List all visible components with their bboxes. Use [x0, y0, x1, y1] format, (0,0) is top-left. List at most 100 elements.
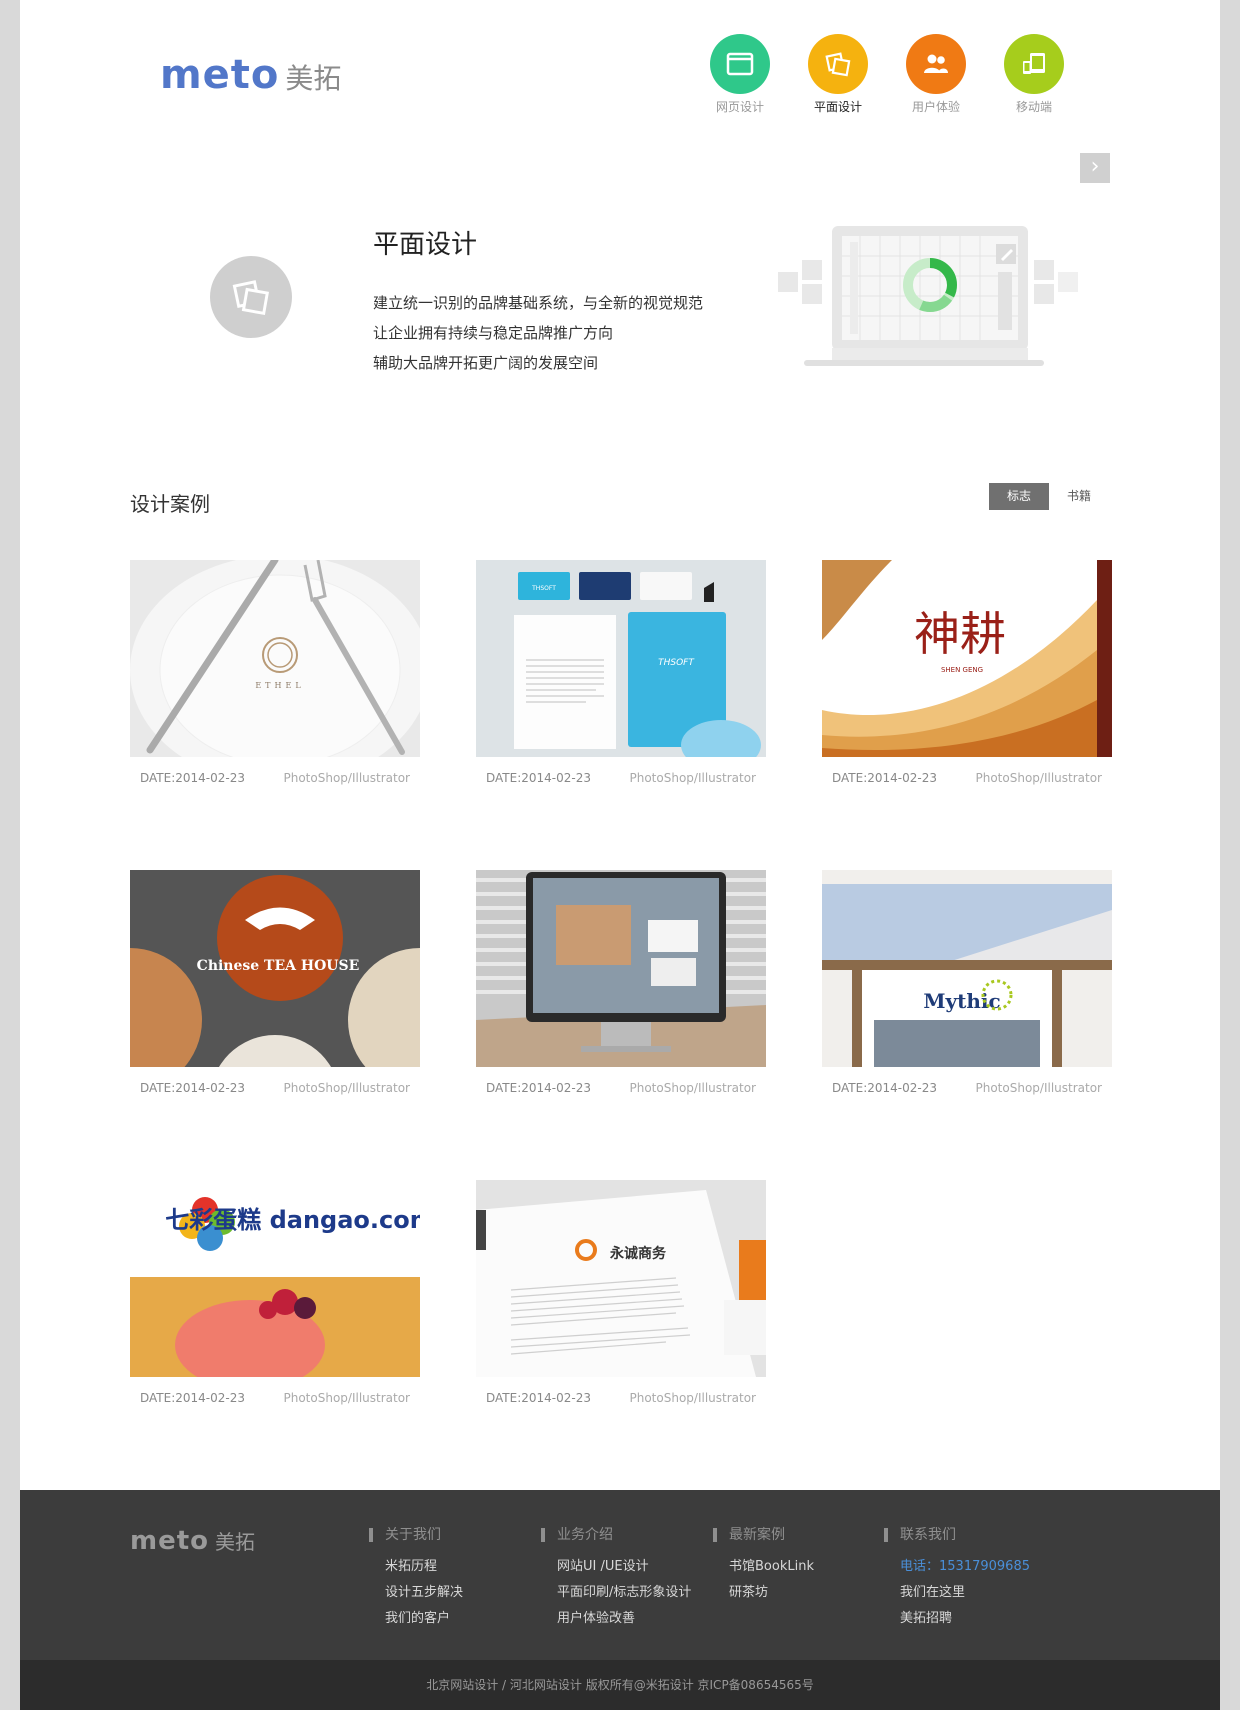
footer-link[interactable]: 设计五步解决 — [385, 1580, 463, 1606]
tab-logo[interactable]: 标志 — [989, 483, 1049, 510]
footer-col-contact: 联系我们 电话：15317909685 我们在这里 美拓招聘 — [884, 1528, 1030, 1632]
logo-text-en: meto — [130, 1526, 210, 1556]
svg-text:THSOFT: THSOFT — [658, 658, 695, 668]
hero-description: 建立统一识别的品牌基础系统，与全新的视觉规范 让企业拥有持续与稳定品牌推广方向 … — [373, 288, 703, 378]
devices-icon — [1004, 34, 1064, 94]
case-meta: DATE:2014-02-23 PhotoShop/Illustrator — [130, 1081, 420, 1095]
case-filter-tabs: 标志 书籍 — [989, 483, 1109, 510]
nav-label: 网页设计 — [715, 100, 764, 114]
nav-label: 平面设计 — [813, 100, 862, 114]
footer-col-title: 关于我们 — [369, 1528, 463, 1542]
nav-user-experience[interactable]: 用户体验 — [906, 34, 966, 115]
case-tools: PhotoShop/Illustrator — [283, 1391, 411, 1405]
footer-link[interactable]: 我们在这里 — [900, 1580, 1030, 1606]
case-thumbnail: THSOFT THSOFT — [476, 560, 766, 757]
case-date: DATE:2014-02-23 — [140, 1081, 245, 1095]
case-art-text: Mythic — [923, 989, 1000, 1013]
case-art-text: 神耕 — [914, 607, 1006, 661]
case-tools: PhotoShop/Illustrator — [629, 1391, 757, 1405]
logo-text-en: meto — [160, 52, 280, 98]
case-art-text: 七彩蛋糕 dangao.com — [165, 1206, 420, 1234]
footer-col-title: 最新案例 — [713, 1528, 814, 1542]
case-art-text: ETHEL — [255, 681, 304, 690]
nav-label: 移动端 — [1015, 100, 1052, 114]
case-card[interactable]: 永诚商务 DATE:2014-02-23 PhotoShop/Illustrat… — [476, 1180, 766, 1416]
case-meta: DATE:2014-02-23 PhotoShop/Illustrator — [130, 771, 420, 785]
case-art-text: Chinese TEA HOUSE — [197, 958, 360, 974]
case-card[interactable]: 七彩蛋糕 dangao.com DATE:2014-02-23 PhotoSho… — [130, 1180, 420, 1416]
nav-mobile[interactable]: 移动端 — [1004, 34, 1064, 115]
case-tools: PhotoShop/Illustrator — [629, 1081, 757, 1095]
case-art-text: THSOFT — [531, 585, 556, 592]
footer-link[interactable]: 我们的客户 — [385, 1606, 463, 1632]
page: meto 美拓 网页设计 平面设计 用户体验 移动端 › 平面设计 建立统一识别… — [20, 0, 1220, 1710]
hero-line: 辅助大品牌开拓更广阔的发展空间 — [373, 354, 599, 372]
case-meta: DATE:2014-02-23 PhotoShop/Illustrator — [822, 771, 1112, 785]
hero-line: 让企业拥有持续与稳定品牌推广方向 — [373, 324, 614, 342]
case-tools: PhotoShop/Illustrator — [283, 771, 411, 785]
footer-link[interactable]: 米拓历程 — [385, 1554, 463, 1580]
svg-text:SHEN GENG: SHEN GENG — [941, 666, 983, 674]
nav-web-design[interactable]: 网页设计 — [710, 34, 770, 115]
case-thumbnail: 七彩蛋糕 dangao.com — [130, 1180, 420, 1377]
case-card[interactable]: THSOFT THSOFT DATE:2014-02-23 PhotoShop/… — [476, 560, 766, 796]
hero-title: 平面设计 — [373, 230, 478, 260]
footer-phone[interactable]: 电话：15317909685 — [900, 1554, 1030, 1580]
footer-col-title: 业务介绍 — [541, 1528, 691, 1542]
footer-link[interactable]: 网站UI /UE设计 — [557, 1554, 691, 1580]
footer-link[interactable]: 平面印刷/标志形象设计 — [557, 1580, 691, 1606]
case-date: DATE:2014-02-23 — [486, 771, 591, 785]
service-nav: 网页设计 平面设计 用户体验 移动端 — [710, 34, 1064, 115]
footer: meto 美拓 关于我们 米拓历程 设计五步解决 我们的客户 业务介绍 网站UI… — [20, 1490, 1220, 1660]
case-tools: PhotoShop/Illustrator — [975, 771, 1103, 785]
footer-link[interactable]: 美拓招聘 — [900, 1606, 1030, 1632]
nav-label: 用户体验 — [911, 100, 960, 114]
graphic-design-icon — [210, 256, 292, 338]
case-date: DATE:2014-02-23 — [140, 771, 245, 785]
site-logo[interactable]: meto 美拓 — [160, 55, 341, 97]
footer-col-about: 关于我们 米拓历程 设计五步解决 我们的客户 — [369, 1528, 463, 1632]
case-meta: DATE:2014-02-23 PhotoShop/Illustrator — [822, 1081, 1112, 1095]
case-meta: DATE:2014-02-23 PhotoShop/Illustrator — [130, 1391, 420, 1405]
tab-books[interactable]: 书籍 — [1049, 483, 1109, 510]
footer-link[interactable]: 书馆BookLink — [729, 1554, 814, 1580]
case-card[interactable]: Chinese TEA HOUSE DATE:2014-02-23 PhotoS… — [130, 870, 420, 1106]
case-thumbnail: 永诚商务 — [476, 1180, 766, 1377]
case-date: DATE:2014-02-23 — [486, 1081, 591, 1095]
users-icon — [906, 34, 966, 94]
case-date: DATE:2014-02-23 — [140, 1391, 245, 1405]
case-tools: PhotoShop/Illustrator — [283, 1081, 411, 1095]
nav-graphic-design[interactable]: 平面设计 — [808, 34, 868, 115]
browser-window-icon — [710, 34, 770, 94]
case-thumbnail: Chinese TEA HOUSE — [130, 870, 420, 1067]
case-meta: DATE:2014-02-23 PhotoShop/Illustrator — [476, 771, 766, 785]
case-tools: PhotoShop/Illustrator — [975, 1081, 1103, 1095]
case-date: DATE:2014-02-23 — [832, 771, 937, 785]
copyright: 北京网站设计 / 河北网站设计 版权所有@米拓设计 京ICP备08654565号 — [20, 1660, 1220, 1710]
case-card[interactable]: ETHEL DATE:2014-02-23 PhotoShop/Illustra… — [130, 560, 420, 796]
logo-text-cn: 美拓 — [285, 62, 342, 95]
case-date: DATE:2014-02-23 — [486, 1391, 591, 1405]
case-thumbnail — [476, 870, 766, 1067]
next-arrow-button[interactable]: › — [1080, 153, 1110, 183]
overlapping-cards-icon — [808, 34, 868, 94]
section-title-cases: 设计案例 — [130, 492, 210, 516]
laptop-illustration — [778, 226, 1078, 366]
case-card[interactable]: DATE:2014-02-23 PhotoShop/Illustrator — [476, 870, 766, 1106]
case-thumbnail: ETHEL — [130, 560, 420, 757]
case-meta: DATE:2014-02-23 PhotoShop/Illustrator — [476, 1081, 766, 1095]
case-thumbnail: 神耕 SHEN GENG — [822, 560, 1112, 757]
case-art-text: 永诚商务 — [609, 1245, 667, 1262]
footer-col-services: 业务介绍 网站UI /UE设计 平面印刷/标志形象设计 用户体验改善 — [541, 1528, 691, 1632]
case-tools: PhotoShop/Illustrator — [629, 771, 757, 785]
logo-text-cn: 美拓 — [215, 1530, 256, 1554]
case-card[interactable]: Mythic DATE:2014-02-23 PhotoShop/Illustr… — [822, 870, 1112, 1106]
hero-line: 建立统一识别的品牌基础系统，与全新的视觉规范 — [373, 294, 704, 312]
footer-link[interactable]: 研茶坊 — [729, 1580, 814, 1606]
footer-col-title: 联系我们 — [884, 1528, 1030, 1542]
case-date: DATE:2014-02-23 — [832, 1081, 937, 1095]
case-thumbnail: Mythic — [822, 870, 1112, 1067]
case-card[interactable]: 神耕 SHEN GENG DATE:2014-02-23 PhotoShop/I… — [822, 560, 1112, 796]
footer-logo[interactable]: meto 美拓 — [130, 1526, 255, 1555]
footer-link[interactable]: 用户体验改善 — [557, 1606, 691, 1632]
